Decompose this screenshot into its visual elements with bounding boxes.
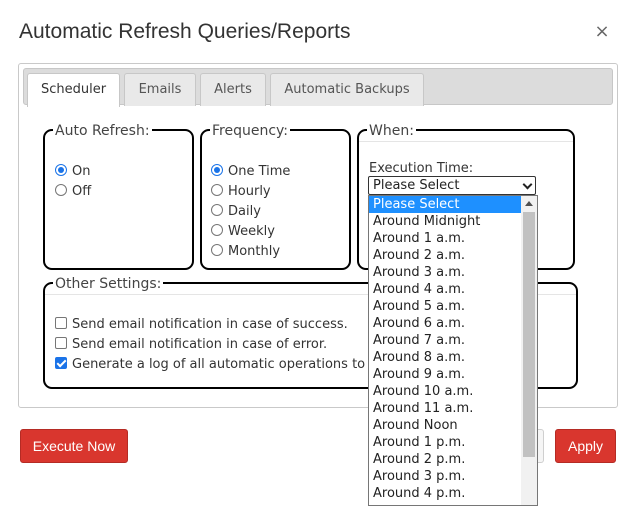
- radio-icon: [211, 164, 223, 176]
- radio-icon: [211, 204, 223, 216]
- checkbox-icon: [55, 337, 67, 349]
- tab-emails[interactable]: Emails: [124, 73, 196, 106]
- frequency-legend: Frequency:: [210, 122, 291, 140]
- frequency-daily-radio[interactable]: Daily: [211, 203, 261, 221]
- dropdown-option[interactable]: Around 11 a.m.: [369, 400, 521, 417]
- radio-icon: [55, 164, 67, 176]
- radio-icon: [55, 184, 67, 196]
- tab-automatic-backups[interactable]: Automatic Backups: [270, 73, 424, 106]
- radio-icon: [211, 244, 223, 256]
- execution-time-dropdown[interactable]: Please Select Around Midnight Around 1 a.m…: [368, 195, 538, 506]
- dropdown-option[interactable]: Around 3 p.m.: [369, 468, 521, 485]
- checkbox-label: Send email notification in case of succe…: [72, 317, 348, 332]
- dropdown-option[interactable]: Please Select: [369, 196, 521, 213]
- auto-refresh-off-radio[interactable]: Off: [55, 183, 91, 201]
- execution-time-select[interactable]: Please Select: [368, 176, 536, 195]
- dropdown-option[interactable]: Around 1 a.m.: [369, 230, 521, 247]
- dropdown-list: Please Select Around Midnight Around 1 a.m…: [369, 196, 537, 502]
- execute-now-button[interactable]: Execute Now: [20, 429, 128, 463]
- radio-label: Daily: [228, 204, 261, 219]
- tab-bar: Scheduler Emails Alerts Automatic Backup…: [23, 68, 613, 107]
- apply-button[interactable]: Apply: [555, 429, 616, 463]
- auto-refresh-group: Auto Refresh: On Off: [43, 122, 194, 270]
- dropdown-option[interactable]: Around Midnight: [369, 213, 521, 230]
- close-icon[interactable]: ×: [593, 21, 611, 43]
- chevron-down-icon: [522, 179, 533, 190]
- checkbox-label: Generate a log of all automatic operatio…: [72, 357, 366, 372]
- auto-refresh-legend: Auto Refresh:: [53, 122, 152, 140]
- dropdown-option[interactable]: Around 2 a.m.: [369, 247, 521, 264]
- scroll-thumb[interactable]: [523, 212, 535, 457]
- checkbox-label: Send email notification in case of error…: [72, 337, 328, 352]
- dropdown-option[interactable]: Around Noon: [369, 417, 521, 434]
- dropdown-option[interactable]: Around 1 p.m.: [369, 434, 521, 451]
- frequency-weekly-radio[interactable]: Weekly: [211, 223, 275, 241]
- dropdown-option[interactable]: Around 6 a.m.: [369, 315, 521, 332]
- dropdown-scrollbar[interactable]: [521, 196, 537, 505]
- dropdown-option[interactable]: Around 8 a.m.: [369, 349, 521, 366]
- dialog-title: Automatic Refresh Queries/Reports: [19, 20, 351, 43]
- frequency-one-time-radio[interactable]: One Time: [211, 163, 290, 181]
- tab-alerts[interactable]: Alerts: [200, 73, 266, 106]
- scroll-up-icon[interactable]: [525, 201, 533, 206]
- when-divider: [359, 141, 573, 142]
- dropdown-option[interactable]: Around 5 a.m.: [369, 298, 521, 315]
- email-success-checkbox[interactable]: Send email notification in case of succe…: [55, 316, 348, 334]
- dropdown-option[interactable]: Around 4 p.m.: [369, 485, 521, 502]
- radio-label: Monthly: [228, 244, 281, 259]
- frequency-group: Frequency: One Time Hourly Daily Weekly …: [200, 122, 351, 270]
- when-legend: When:: [367, 122, 416, 140]
- dropdown-option[interactable]: Around 3 a.m.: [369, 264, 521, 281]
- tab-scheduler[interactable]: Scheduler: [27, 73, 120, 107]
- select-value: Please Select: [373, 178, 460, 193]
- radio-icon: [211, 184, 223, 196]
- radio-icon: [211, 224, 223, 236]
- checkbox-icon: [55, 357, 67, 369]
- radio-label: One Time: [228, 164, 291, 179]
- checkbox-icon: [55, 317, 67, 329]
- email-error-checkbox[interactable]: Send email notification in case of error…: [55, 336, 327, 354]
- frequency-hourly-radio[interactable]: Hourly: [211, 183, 271, 201]
- generate-log-checkbox[interactable]: Generate a log of all automatic operatio…: [55, 356, 365, 374]
- other-settings-legend: Other Settings:: [53, 275, 164, 293]
- dropdown-option[interactable]: Around 9 a.m.: [369, 366, 521, 383]
- radio-label: Weekly: [228, 224, 275, 239]
- dropdown-option[interactable]: Around 2 p.m.: [369, 451, 521, 468]
- dropdown-option[interactable]: Around 4 a.m.: [369, 281, 521, 298]
- radio-label: Hourly: [228, 184, 271, 199]
- radio-label: Off: [72, 184, 92, 199]
- frequency-monthly-radio[interactable]: Monthly: [211, 243, 280, 261]
- auto-refresh-on-radio[interactable]: On: [55, 163, 90, 181]
- dropdown-option[interactable]: Around 10 a.m.: [369, 383, 521, 400]
- dropdown-option[interactable]: Around 7 a.m.: [369, 332, 521, 349]
- radio-label: On: [72, 164, 91, 179]
